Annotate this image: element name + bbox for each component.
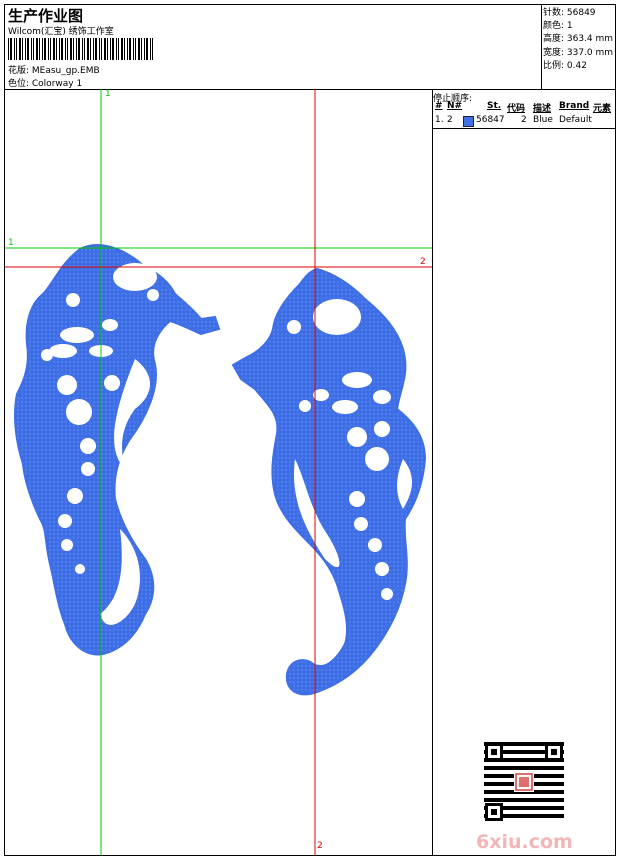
green-vertical-guide-label: 1	[105, 89, 111, 99]
design-scale: 比例: 0.42	[543, 60, 587, 71]
row-stitches: 56847	[476, 115, 505, 125]
row-needle: 2	[447, 115, 453, 125]
red-horizontal-guide-label: 2	[420, 257, 426, 267]
col-element: 元素	[593, 104, 612, 114]
design-height: 高度: 363.4 mm	[543, 34, 614, 45]
row-description: Blue	[533, 115, 553, 125]
right-seahorse	[231, 267, 427, 696]
table-row: 1. 2 56847 2 Blue Default	[433, 115, 615, 128]
header-info: 生产作业图 Wilcom(汇宝) 绣饰工作室 花版: MEasu_gp.EMB …	[5, 5, 542, 89]
col-needle: N#	[447, 101, 463, 111]
page-title: 生产作业图	[8, 7, 84, 25]
design-width: 宽度: 337.0 mm	[543, 47, 614, 58]
studio-name: Wilcom(汇宝) 绣饰工作室	[8, 27, 114, 37]
qr-code-icon	[483, 741, 565, 823]
red-vertical-guide-label: 2	[317, 841, 323, 851]
design-canvas[interactable]: 1 1 2 2	[5, 89, 433, 855]
color-count: 颜色: 1	[543, 21, 573, 32]
design-file: 花版: MEasu_gp.EMB	[8, 66, 100, 76]
stop-sequence-panel: 停止顺序: # N# St. 代码 描述 Brand 元素 1. 2 56847…	[433, 89, 615, 855]
row-brand: Default	[559, 115, 592, 125]
seahorse-design	[5, 89, 432, 855]
row-code: 2	[521, 115, 527, 125]
col-code: 代码	[507, 104, 526, 114]
watermark: 6xiu.com	[476, 831, 573, 853]
row-index: 1.	[435, 115, 444, 125]
col-index: #	[435, 101, 443, 111]
production-worksheet: 生产作业图 Wilcom(汇宝) 绣饰工作室 花版: MEasu_gp.EMB …	[4, 4, 616, 856]
design-stats: 针数: 56849 颜色: 1 高度: 363.4 mm 宽度: 337.0 m…	[543, 7, 613, 73]
col-brand: Brand	[559, 101, 590, 111]
colorway: 色位: Colorway 1	[8, 79, 83, 89]
stop-sequence-header: # N# St. 代码 描述 Brand 元素	[433, 101, 615, 114]
header-panel: 生产作业图 Wilcom(汇宝) 绣饰工作室 花版: MEasu_gp.EMB …	[5, 5, 615, 90]
col-description: 描述	[533, 104, 552, 114]
green-horizontal-guide-label: 1	[8, 238, 14, 248]
divider	[433, 128, 615, 129]
left-seahorse	[14, 244, 221, 656]
color-swatch	[463, 116, 474, 127]
stitch-count: 针数: 56849	[543, 8, 596, 18]
barcode-icon	[8, 38, 153, 60]
col-stitches: St.	[487, 101, 502, 111]
